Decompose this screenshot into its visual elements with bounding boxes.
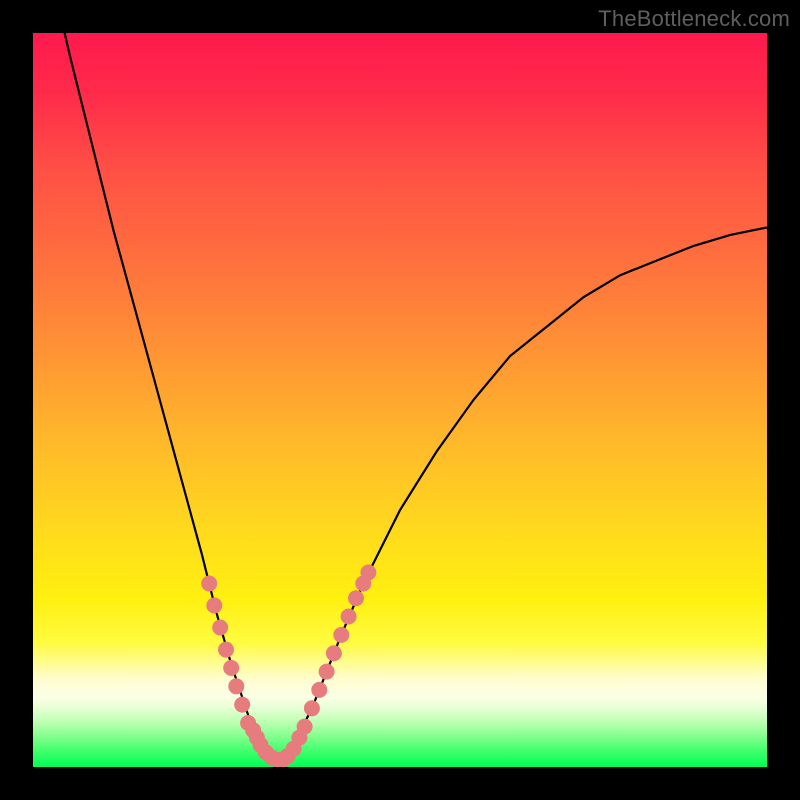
marker-dot (319, 664, 335, 680)
marker-dot (201, 576, 217, 592)
marker-dot (212, 620, 228, 636)
marker-dot (218, 642, 234, 658)
marker-dot (333, 627, 349, 643)
marker-dot (304, 700, 320, 716)
marker-dot (234, 697, 250, 713)
plot-area (33, 33, 767, 767)
marker-dot (326, 645, 342, 661)
marker-dot (206, 598, 222, 614)
curve-markers (201, 565, 376, 768)
watermark-text: TheBottleneck.com (598, 6, 790, 32)
curve-layer (33, 33, 767, 767)
marker-dot (297, 719, 313, 735)
marker-dot (348, 590, 364, 606)
chart-frame: TheBottleneck.com (0, 0, 800, 800)
marker-dot (223, 660, 239, 676)
marker-dot (341, 609, 357, 625)
bottleneck-curve (33, 33, 767, 760)
marker-dot (311, 682, 327, 698)
marker-dot (360, 565, 376, 581)
marker-dot (228, 678, 244, 694)
